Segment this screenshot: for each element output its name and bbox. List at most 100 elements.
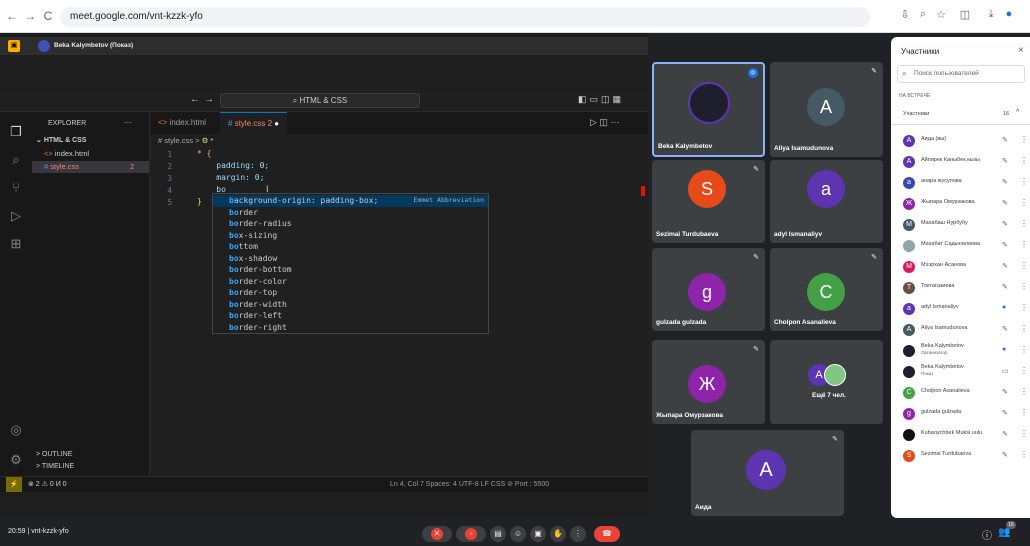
forward-arrow-icon[interactable]: → [204,94,214,105]
more-options-icon[interactable]: ⋮ [1020,366,1028,375]
camera-toggle-button[interactable]: ▫ [456,526,486,542]
more-options-icon[interactable]: ⋮ [1020,303,1028,312]
mic-toggle-button[interactable]: ✕ [422,526,452,542]
suggestion-item[interactable]: border-top [213,287,488,299]
more-options-icon[interactable]: ⋮ [1020,198,1028,207]
suggestion-item[interactable]: box-sizing [213,230,488,242]
leave-call-button[interactable]: ☎ [594,526,620,542]
file-index-html[interactable]: <> index.html [44,149,144,160]
extensions-icon[interactable]: ◫ [958,8,972,21]
back-icon[interactable]: ← [4,8,20,24]
suggestion-item[interactable]: background-origin: padding-box; Emmet Abb… [213,195,488,207]
list-item[interactable]: M Махабаш Нурбубу ✎ ⋮ [891,215,1030,236]
list-item[interactable]: A Айпирек Каныбек кызы ✎ ⋮ [891,152,1030,173]
more-options-button[interactable]: ⋮ [570,526,586,542]
list-item[interactable]: A Аида (вы) ✎ ⋮ [891,131,1030,152]
more-options-icon[interactable]: ⋮ [1020,177,1028,186]
group-header[interactable]: Участники 16 ^ [891,103,1030,125]
more-options-icon[interactable]: ⋮ [1020,261,1028,270]
explorer-icon[interactable]: ❐ [8,124,24,140]
emoji-button[interactable]: ☺ [510,526,526,542]
more-icon[interactable]: ··· [124,118,132,127]
participant-tile[interactable]: C ✎ Cholpon Asanalieva [770,248,883,331]
participant-tile[interactable]: g ✎ gulzada gulzada [652,248,765,331]
more-options-icon[interactable]: ⋮ [1020,135,1028,144]
search-icon[interactable]: ⌕ [8,152,24,168]
more-options-icon[interactable]: ⋮ [1020,387,1028,396]
more-options-icon[interactable]: ⋮ [1020,429,1028,438]
editor-status[interactable]: Ln 4, Col 7 Spaces: 4 UTF-8 LF CSS ⊘ Por… [390,480,549,488]
search-icon[interactable]: ⌕ [916,8,930,21]
present-button[interactable]: ▣ [530,526,546,542]
address-bar[interactable]: meet.google.com/vnt-kzzk-yfo [60,7,870,27]
command-center[interactable]: ⌕ HTML & CSS [220,93,420,108]
list-item[interactable]: Ж Жыпара Омурзакова ✎ ⋮ [891,194,1030,215]
folder-header[interactable]: ⌄ HTML & CSS [36,136,86,144]
more-options-icon[interactable]: ⋮ [1020,240,1028,249]
layout-icons[interactable]: ◧▭◫▦ [578,94,624,105]
more-options-icon[interactable]: ⋮ [1020,219,1028,228]
participant-tile[interactable]: S ✎ Sezimai Turdubaeva [652,160,765,243]
suggestion-item[interactable]: border [213,207,488,219]
list-item[interactable]: Beka Kalymbetov Показ ▭ ⋮ [891,362,1030,383]
list-item[interactable]: M Мээрхан Асанова ✎ ⋮ [891,257,1030,278]
reload-icon[interactable]: C [40,8,56,24]
remote-icon[interactable]: ⚡ [6,477,22,492]
raise-hand-button[interactable]: ✋ [550,526,566,542]
captions-button[interactable]: ▤ [490,526,506,542]
forward-icon[interactable]: → [22,8,38,24]
list-item[interactable]: Махабат Садыналиева ✎ ⋮ [891,236,1030,257]
participant-tile[interactable]: A ✎ Aliya Isamudunova [770,62,883,157]
list-item[interactable]: a adyl Ismanaliyv ● ⋮ [891,299,1030,320]
more-options-icon[interactable]: ⋮ [1020,156,1028,165]
suggestion-item[interactable]: border-left [213,310,488,322]
source-control-icon[interactable]: ⑂ [8,180,24,196]
downloads-icon[interactable]: ⤓ [984,8,998,21]
more-participants-tile[interactable]: A Ещё 7 чел. [770,340,883,424]
tab-index-html[interactable]: <> index.html [150,112,214,134]
list-item[interactable]: g gulzada gulzada ✎ ⋮ [891,404,1030,425]
suggestion-item[interactable]: bottom [213,241,488,253]
profile-icon[interactable]: ● [1002,8,1016,20]
suggestion-item[interactable]: border-bottom [213,264,488,276]
run-debug-icon[interactable]: ▷ [8,208,24,224]
timeline-section[interactable]: > TIMELINE [36,463,74,470]
suggestion-item[interactable]: box-shadow [213,253,488,265]
list-item[interactable]: A Aliya Isamudunova ✎ ⋮ [891,320,1030,341]
file-style-css[interactable]: # style.css 2 [44,162,144,171]
list-item[interactable]: S Sezimai Turdubaeva ✎ ⋮ [891,446,1030,467]
suggestion-item[interactable]: border-width [213,299,488,311]
autocomplete-suggestions[interactable]: background-origin: padding-box; Emmet Abb… [212,193,489,334]
settings-gear-icon[interactable]: ⚙ [8,452,24,468]
participant-tile[interactable]: a adyl Ismanaliyv [770,160,883,243]
list-item[interactable]: T Токтагазиева ✎ ⋮ [891,278,1030,299]
run-icon[interactable]: ▷ ◫ ··· [590,117,619,128]
more-options-icon[interactable]: ⋮ [1020,450,1028,459]
problems-status[interactable]: ⊗ 2 ⚠ 0 И 0 [28,480,67,488]
participant-tile[interactable]: Ж ✎ Жыпара Омурзакова [652,340,765,424]
search-input[interactable]: ⌕ Поиск пользователей [897,65,1025,83]
suggestion-item[interactable]: border-right [213,322,488,334]
suggestion-item[interactable]: border-radius [213,218,488,230]
account-icon[interactable]: ◎ [8,422,24,438]
list-item[interactable]: Beka Kalymbetov Организатор ● ⋮ [891,341,1030,362]
extensions-icon[interactable]: ⊞ [8,236,24,252]
more-options-icon[interactable]: ⋮ [1020,408,1028,417]
close-icon[interactable]: × [1018,45,1024,56]
download-icon[interactable]: ⇩ [898,8,912,21]
list-item[interactable]: C Cholpon Asanalieva ✎ ⋮ [891,383,1030,404]
more-options-icon[interactable]: ⋮ [1020,345,1028,354]
star-icon[interactable]: ☆ [934,8,948,21]
list-item[interactable]: Kubanychbek Muksi uulu ✎ ⋮ [891,425,1030,446]
participant-tile[interactable]: A ✎ Аида [691,430,844,516]
participant-tile[interactable]: ◍ Beka Kalymbetov [652,62,765,157]
info-icon[interactable]: ⓘ [982,527,992,542]
more-options-icon[interactable]: ⋮ [1020,282,1028,291]
back-arrow-icon[interactable]: ← [190,94,200,105]
outline-section[interactable]: > OUTLINE [36,451,72,458]
list-item[interactable]: a анара жусупова ✎ ⋮ [891,173,1030,194]
more-options-icon[interactable]: ⋮ [1020,324,1028,333]
suggestion-item[interactable]: border-color [213,276,488,288]
tab-style-css[interactable]: # style.css 2 ● [220,112,288,134]
chevron-up-icon[interactable]: ^ [1016,109,1019,116]
